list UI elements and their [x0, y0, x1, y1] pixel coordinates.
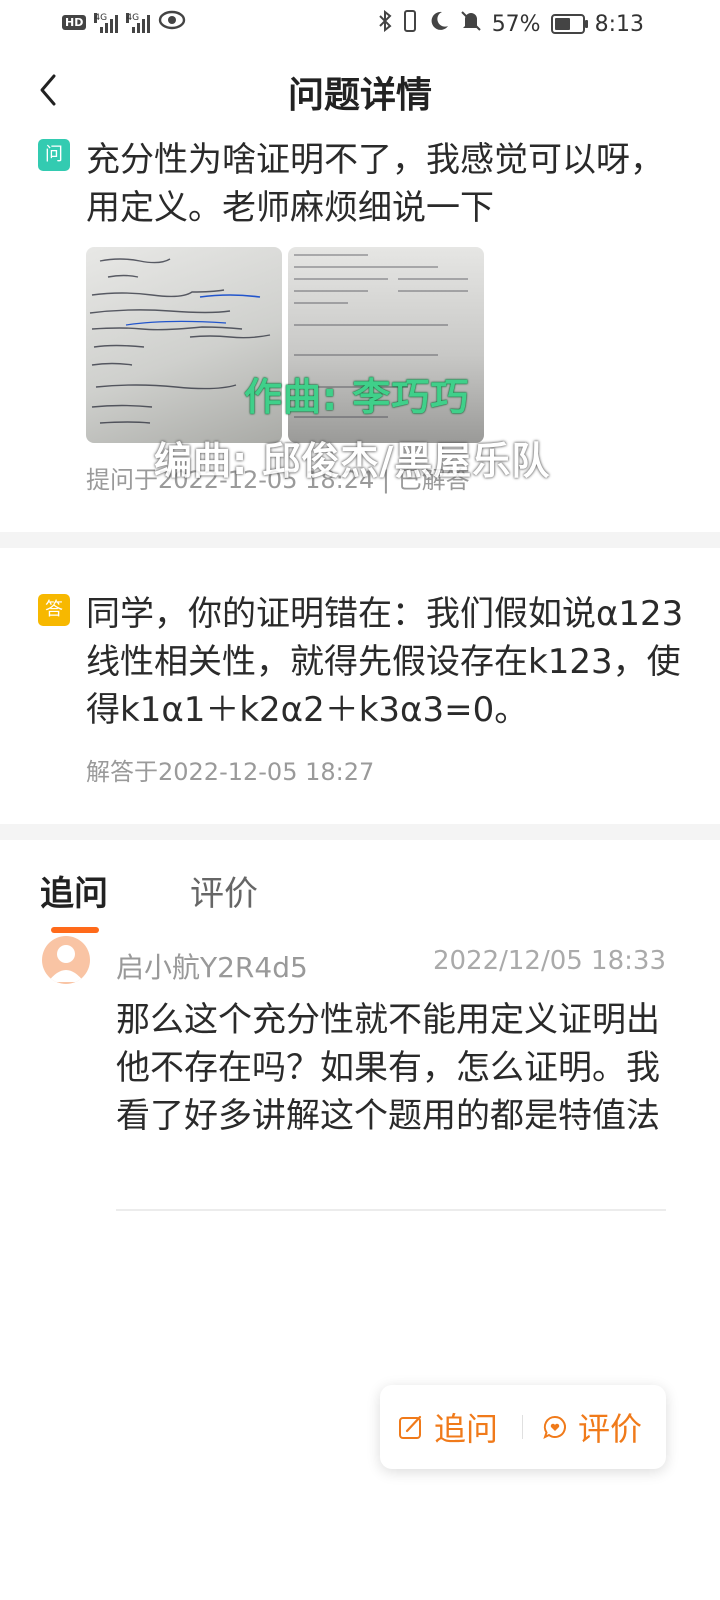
follow-up-username: 启小航Y2R4d5 — [116, 951, 308, 984]
section-separator — [0, 824, 720, 840]
edit-icon — [399, 1415, 422, 1439]
tab-rating[interactable]: 评价 — [190, 866, 258, 915]
question-badge: 问 — [38, 139, 70, 171]
follow-up-text: 那么这个充分性就不能用定义证明出他不存在吗？如果有，怎么证明。我看了好多讲解这个… — [116, 1000, 660, 1136]
app-header: 问题详情 — [0, 56, 720, 128]
answer-text: 同学，你的证明错在：我们假如说α123线性相关性，就得先假设存在k123，使得k… — [86, 594, 684, 730]
rate-label: 评价 — [578, 1410, 643, 1448]
battery-icon — [550, 14, 588, 34]
eye-icon — [158, 10, 186, 35]
avatar — [42, 936, 90, 984]
answer-badge: 答 — [38, 594, 70, 626]
moon-icon — [428, 10, 450, 38]
battery-percent: 57% — [491, 11, 541, 37]
status-right: 57% 8:13 — [378, 9, 644, 38]
status-bar: HD 4G 4G 57% 8:13 — [0, 0, 720, 48]
section-separator — [0, 532, 720, 548]
status-left: HD 4G 4G — [62, 10, 186, 35]
rate-button[interactable]: 评价 — [542, 1385, 642, 1469]
active-tab-indicator — [51, 927, 99, 933]
page-title: 问题详情 — [287, 75, 432, 116]
action-bar: 追问 评价 — [380, 1385, 666, 1469]
tab-follow-up[interactable]: 追问 — [40, 866, 108, 915]
action-divider — [522, 1415, 523, 1439]
follow-up-label: 追问 — [434, 1410, 499, 1448]
signal-icon: 4G — [94, 12, 119, 33]
answer-meta: 解答于2022-12-05 18:27 — [86, 758, 375, 786]
mute-icon — [460, 10, 482, 38]
lyrics-overlay-arranger: 编曲: 邱俊杰/黑屋乐队 — [154, 439, 551, 483]
question-text: 充分性为啥证明不了，我感觉可以呀，用定义。老师麻烦细说一下 — [86, 140, 664, 228]
follow-up-button[interactable]: 追问 — [398, 1385, 498, 1469]
battery-fill — [554, 18, 570, 30]
user-avatar-icon — [48, 945, 84, 982]
item-divider — [116, 1209, 666, 1211]
clock: 8:13 — [594, 11, 644, 37]
comment-heart-icon — [543, 1415, 566, 1439]
signal-icon: 4G — [126, 12, 151, 33]
vibrate-icon — [402, 10, 418, 38]
lyrics-overlay-composer: 作曲: 李巧巧 — [244, 375, 470, 419]
follow-up-time: 2022/12/05 18:33 — [432, 946, 666, 976]
hd-icon: HD — [62, 15, 87, 30]
bluetooth-icon — [378, 9, 392, 38]
